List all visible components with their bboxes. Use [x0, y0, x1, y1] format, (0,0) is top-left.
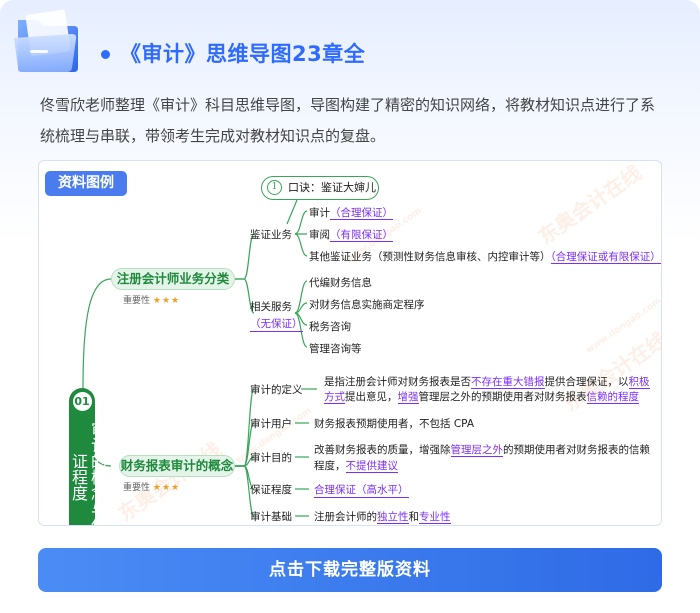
leaf-related: 对财务信息实施商定程序: [309, 299, 425, 311]
importance-rating: 重要性 ★★★: [123, 296, 181, 306]
branch-fs-audit-concept: 财务报表审计的概念: [119, 455, 235, 477]
page-title: 《审计》思维导图23章全: [120, 42, 366, 66]
root-node: 01 审计的概念与保证程度: [69, 388, 107, 525]
leaf-other-assurance: 其他鉴证业务（预测性财务信息审核、内控审计等）（合理保证或有限保证）: [309, 251, 661, 264]
group-related-services: 相关服务: [250, 301, 292, 313]
related-no-assurance: （无保证）: [250, 318, 303, 332]
group-assurance: 鉴证业务: [250, 229, 292, 241]
leaf-related: 管理咨询等: [309, 343, 362, 355]
star-icon: ★★★: [152, 296, 181, 306]
star-icon: ★★★: [152, 483, 181, 493]
root-title: 审计的概念与保证程度: [69, 420, 107, 526]
row-users-label: 审计用户: [250, 418, 292, 430]
description: 佟雪欣老师整理《审计》科目思维导图，导图构建了精密的知识网络，将教材知识点进行了…: [40, 96, 656, 145]
leaf-related: 代编财务信息: [309, 277, 372, 289]
row-users-text: 财务报表预期使用者，不包括 CPA: [314, 418, 475, 430]
mnemonic-tip: 1 口诀：鉴证大婶儿: [261, 176, 379, 200]
row-purpose-label: 审计目的: [250, 452, 292, 464]
importance-rating: 重要性 ★★★: [123, 483, 181, 493]
row-purpose-line1: 改善财务报表的质量，增强除管理层之外的预期使用者对财务报表的信赖: [314, 444, 650, 457]
leaf-review: 审阅（有限保证）: [309, 229, 393, 242]
tip-text: 口诀：鉴证大婶儿: [288, 181, 376, 194]
row-assurance-level-value: 合理保证（高水平）: [314, 484, 409, 498]
download-button[interactable]: 点击下载完整版资料: [38, 548, 662, 592]
tip-number-icon: 1: [267, 180, 282, 195]
row-basis-text: 注册会计师的独立性和专业性: [314, 511, 451, 524]
row-definition-label: 审计的定义: [250, 384, 303, 396]
branch-service-classification: 注册会计师业务分类: [111, 268, 235, 290]
folder-icon: [14, 9, 78, 72]
row-definition-line1: 是指注册会计师对财务报表是否不存在重大错报提供合理保证，以积极: [324, 376, 650, 389]
row-assurance-level-label: 保证程度: [250, 484, 292, 496]
row-basis-label: 审计基础: [250, 511, 292, 523]
title-bullet: [101, 50, 110, 59]
row-definition-line2: 方式提出意见，增强管理层之外的预期使用者对财务报表信赖的程度: [324, 391, 639, 404]
leaf-audit: 审计（合理保证）: [309, 207, 393, 220]
mindmap-preview: 东奥会计在线 www.dongao.com www.dongao.com 东奥会…: [38, 160, 662, 526]
material-card: 《审计》思维导图23章全 佟雪欣老师整理《审计》科目思维导图，导图构建了精密的知…: [0, 0, 700, 613]
leaf-related: 税务咨询: [309, 321, 351, 333]
row-purpose-line2: 程度，不提供建议: [314, 460, 398, 473]
root-number: 01: [72, 392, 92, 411]
